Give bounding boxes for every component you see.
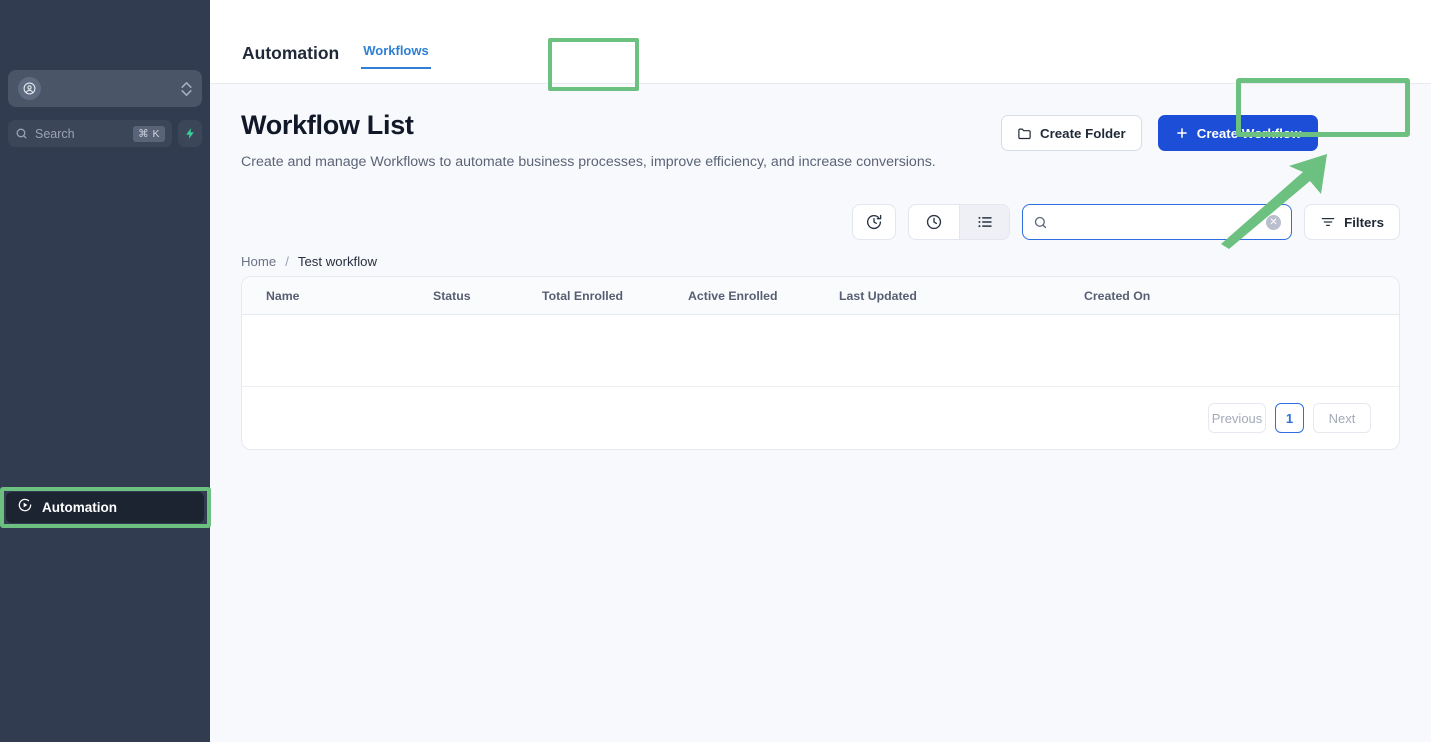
- create-workflow-label: Create Workflow: [1196, 125, 1302, 141]
- table-column-header: Last Updated: [839, 288, 917, 303]
- table-column-header: Total Enrolled: [542, 288, 624, 303]
- table-column-header: Created On: [1084, 288, 1151, 303]
- folder-icon: [1018, 128, 1031, 139]
- tab-workflows[interactable]: Workflows: [361, 37, 431, 69]
- table-search-box[interactable]: ✕: [1022, 204, 1293, 240]
- topbar: Automation Workflows: [210, 0, 1431, 84]
- app-root: Search ⌘ K Automation Automation Workflo…: [0, 0, 1431, 742]
- user-circle-icon: [18, 77, 41, 100]
- table-header-row: Name Status Total Enrolled Active Enrolled L…: [242, 277, 1399, 315]
- chevron-updown-icon: [181, 81, 192, 96]
- search-input[interactable]: [1056, 214, 1259, 230]
- table-column-header: Name: [266, 288, 300, 303]
- account-switcher[interactable]: [8, 70, 202, 107]
- pagination: Previous 1 Next: [242, 387, 1399, 449]
- pagination-previous[interactable]: Previous: [1208, 403, 1266, 433]
- sidebar-search-input[interactable]: Search ⌘ K: [8, 120, 172, 147]
- page-subtitle: Create and manage Workflows to automate …: [241, 154, 936, 170]
- filters-button[interactable]: Filters: [1304, 204, 1400, 240]
- lightning-bolt-icon[interactable]: [178, 120, 202, 147]
- sidebar-item-label: Automation: [42, 500, 117, 515]
- topbar-inner: Automation Workflows: [242, 37, 431, 83]
- sidebar-item-automation[interactable]: Automation: [6, 492, 204, 523]
- list-view-button[interactable]: [959, 205, 1010, 239]
- table-body-empty: [242, 315, 1399, 387]
- search-shortcut-badge: ⌘ K: [133, 125, 165, 142]
- workflow-table-card: Name Status Total Enrolled Active Enrolled L…: [241, 276, 1400, 450]
- clock-rotate-icon[interactable]: [852, 204, 897, 240]
- table-column-header: Status: [433, 288, 471, 303]
- sidebar: Search ⌘ K Automation: [0, 0, 211, 742]
- breadcrumb-separator: /: [285, 254, 289, 269]
- clock-icon: [926, 214, 942, 230]
- breadcrumb: Home / Test workflow: [241, 254, 1400, 269]
- play-circle-icon: [17, 497, 33, 518]
- filters-label: Filters: [1344, 214, 1384, 230]
- clock-view-button[interactable]: [909, 205, 959, 239]
- create-workflow-button[interactable]: Create Workflow: [1157, 115, 1319, 151]
- page-title: Workflow List: [241, 110, 414, 140]
- table-toolbar: ✕ Filters: [241, 204, 1400, 240]
- table-column-header: Active Enrolled: [688, 288, 778, 303]
- view-toggle-group: [908, 204, 1011, 240]
- content: Workflow List Create and manage Workflow…: [210, 84, 1431, 450]
- header-text-block: Workflow List Create and manage Workflow…: [241, 110, 1001, 174]
- create-folder-button[interactable]: Create Folder: [1001, 115, 1142, 151]
- search-icon: [1034, 216, 1047, 228]
- pagination-next[interactable]: Next: [1313, 403, 1371, 433]
- sidebar-search-placeholder: Search: [35, 126, 75, 141]
- create-folder-label: Create Folder: [1040, 125, 1126, 141]
- plus-icon: [1176, 128, 1187, 138]
- breadcrumb-home[interactable]: Home: [241, 254, 276, 269]
- pagination-page-1[interactable]: 1: [1275, 403, 1304, 433]
- search-icon: [16, 128, 27, 139]
- list-view-icon: [978, 216, 992, 228]
- breadcrumb-current: Test workflow: [297, 254, 378, 269]
- main-area: Automation Workflows Workflow List Creat…: [210, 0, 1431, 742]
- header-actions: Create Folder Create Workflow: [1001, 115, 1319, 151]
- sidebar-search-row: Search ⌘ K: [8, 120, 202, 147]
- clear-circle-icon[interactable]: ✕: [1266, 214, 1282, 230]
- page-section-label: Automation: [242, 42, 340, 63]
- filter-icon: [1321, 218, 1335, 226]
- header-row: Workflow List Create and manage Workflow…: [241, 110, 1400, 174]
